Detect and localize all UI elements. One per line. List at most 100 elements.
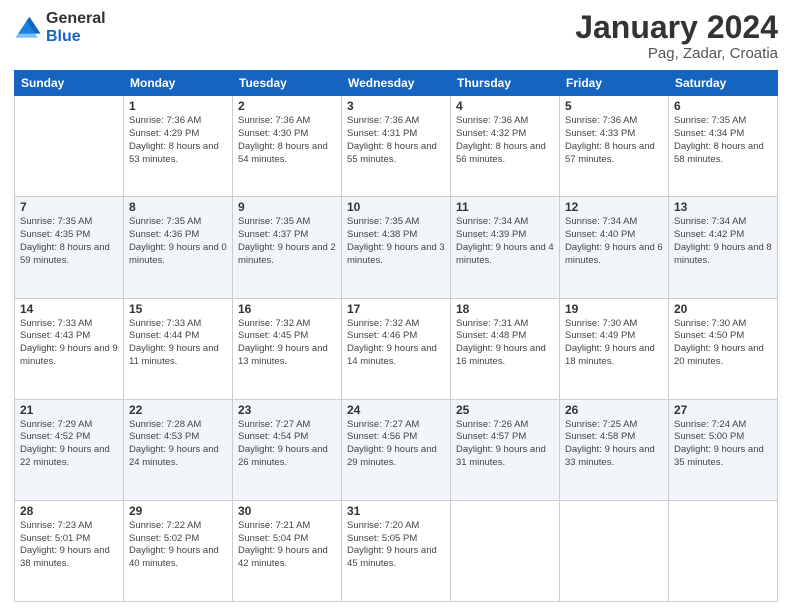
cell-info: Sunrise: 7:36 AMSunset: 4:30 PMDaylight:… xyxy=(238,115,336,166)
calendar-cell: 27 Sunrise: 7:24 AMSunset: 5:00 PMDayligh… xyxy=(669,399,778,500)
calendar-cell: 11 Sunrise: 7:34 AMSunset: 4:39 PMDayligh… xyxy=(451,197,560,298)
subtitle: Pag, Zadar, Croatia xyxy=(575,45,778,62)
cell-info: Sunrise: 7:32 AMSunset: 4:45 PMDaylight:… xyxy=(238,318,336,369)
cell-date-number: 15 xyxy=(129,302,227,316)
cell-date-number: 12 xyxy=(565,200,663,214)
calendar-cell: 26 Sunrise: 7:25 AMSunset: 4:58 PMDayligh… xyxy=(560,399,669,500)
cell-info: Sunrise: 7:23 AMSunset: 5:01 PMDaylight:… xyxy=(20,520,118,571)
calendar-cell: 29 Sunrise: 7:22 AMSunset: 5:02 PMDayligh… xyxy=(124,500,233,601)
cell-date-number: 6 xyxy=(674,99,772,113)
calendar-week-3: 14Sunrise: 7:33 AMSunset: 4:43 PMDayligh… xyxy=(15,298,778,399)
cell-info: Sunrise: 7:21 AMSunset: 5:04 PMDaylight:… xyxy=(238,520,336,571)
cell-info: Sunrise: 7:25 AMSunset: 4:58 PMDaylight:… xyxy=(565,419,663,470)
calendar-cell: 9 Sunrise: 7:35 AMSunset: 4:37 PMDaylight… xyxy=(233,197,342,298)
main-title: January 2024 xyxy=(575,10,778,45)
cell-info: Sunrise: 7:33 AMSunset: 4:43 PMDaylight:… xyxy=(20,318,118,369)
cell-date-number: 28 xyxy=(20,504,118,518)
cell-info: Sunrise: 7:36 AMSunset: 4:32 PMDaylight:… xyxy=(456,115,554,166)
calendar-cell xyxy=(451,500,560,601)
logo-icon xyxy=(14,14,42,42)
calendar-cell: 6 Sunrise: 7:35 AMSunset: 4:34 PMDaylight… xyxy=(669,96,778,197)
calendar-cell: 21 Sunrise: 7:29 AMSunset: 4:52 PMDayligh… xyxy=(15,399,124,500)
cell-date-number: 29 xyxy=(129,504,227,518)
cell-date-number: 20 xyxy=(674,302,772,316)
calendar-cell: 18Sunrise: 7:31 AMSunset: 4:48 PMDayligh… xyxy=(451,298,560,399)
cell-date-number: 1 xyxy=(129,99,227,113)
cell-date-number: 9 xyxy=(238,200,336,214)
cell-date-number: 21 xyxy=(20,403,118,417)
cell-info: Sunrise: 7:35 AMSunset: 4:38 PMDaylight:… xyxy=(347,216,445,267)
calendar-week-2: 7 Sunrise: 7:35 AMSunset: 4:35 PMDaylight… xyxy=(15,197,778,298)
cell-date-number: 17 xyxy=(347,302,445,316)
cell-info: Sunrise: 7:27 AMSunset: 4:56 PMDaylight:… xyxy=(347,419,445,470)
cell-date-number: 26 xyxy=(565,403,663,417)
cell-date-number: 25 xyxy=(456,403,554,417)
calendar-cell: 20 Sunrise: 7:30 AMSunset: 4:50 PMDayligh… xyxy=(669,298,778,399)
cell-date-number: 7 xyxy=(20,200,118,214)
calendar-cell: 30 Sunrise: 7:21 AMSunset: 5:04 PMDayligh… xyxy=(233,500,342,601)
cell-info: Sunrise: 7:35 AMSunset: 4:36 PMDaylight:… xyxy=(129,216,227,267)
calendar-cell: 1Sunrise: 7:36 AMSunset: 4:29 PMDaylight… xyxy=(124,96,233,197)
cell-info: Sunrise: 7:31 AMSunset: 4:48 PMDaylight:… xyxy=(456,318,554,369)
cell-info: Sunrise: 7:30 AMSunset: 4:50 PMDaylight:… xyxy=(674,318,772,369)
header: General Blue January 2024 Pag, Zadar, Cr… xyxy=(14,10,778,62)
calendar-cell: 10 Sunrise: 7:35 AMSunset: 4:38 PMDayligh… xyxy=(342,197,451,298)
calendar-cell: 2 Sunrise: 7:36 AMSunset: 4:30 PMDaylight… xyxy=(233,96,342,197)
col-saturday: Saturday xyxy=(669,71,778,96)
cell-info: Sunrise: 7:22 AMSunset: 5:02 PMDaylight:… xyxy=(129,520,227,571)
cell-date-number: 16 xyxy=(238,302,336,316)
calendar-header-row: Sunday Monday Tuesday Wednesday Thursday… xyxy=(15,71,778,96)
calendar-cell: 3 Sunrise: 7:36 AMSunset: 4:31 PMDaylight… xyxy=(342,96,451,197)
col-friday: Friday xyxy=(560,71,669,96)
col-thursday: Thursday xyxy=(451,71,560,96)
calendar-cell: 15 Sunrise: 7:33 AMSunset: 4:44 PMDayligh… xyxy=(124,298,233,399)
cell-info: Sunrise: 7:35 AMSunset: 4:34 PMDaylight:… xyxy=(674,115,772,166)
cell-info: Sunrise: 7:26 AMSunset: 4:57 PMDaylight:… xyxy=(456,419,554,470)
cell-date-number: 10 xyxy=(347,200,445,214)
calendar-cell: 16 Sunrise: 7:32 AMSunset: 4:45 PMDayligh… xyxy=(233,298,342,399)
cell-date-number: 11 xyxy=(456,200,554,214)
cell-date-number: 13 xyxy=(674,200,772,214)
cell-date-number: 19 xyxy=(565,302,663,316)
cell-info: Sunrise: 7:32 AMSunset: 4:46 PMDaylight:… xyxy=(347,318,445,369)
cell-date-number: 4 xyxy=(456,99,554,113)
cell-info: Sunrise: 7:34 AMSunset: 4:42 PMDaylight:… xyxy=(674,216,772,267)
col-monday: Monday xyxy=(124,71,233,96)
calendar-cell: 13 Sunrise: 7:34 AMSunset: 4:42 PMDayligh… xyxy=(669,197,778,298)
cell-date-number: 22 xyxy=(129,403,227,417)
calendar-cell: 23 Sunrise: 7:27 AMSunset: 4:54 PMDayligh… xyxy=(233,399,342,500)
cell-date-number: 31 xyxy=(347,504,445,518)
cell-info: Sunrise: 7:24 AMSunset: 5:00 PMDaylight:… xyxy=(674,419,772,470)
calendar-cell: 25 Sunrise: 7:26 AMSunset: 4:57 PMDayligh… xyxy=(451,399,560,500)
cell-info: Sunrise: 7:29 AMSunset: 4:52 PMDaylight:… xyxy=(20,419,118,470)
cell-info: Sunrise: 7:34 AMSunset: 4:40 PMDaylight:… xyxy=(565,216,663,267)
cell-info: Sunrise: 7:33 AMSunset: 4:44 PMDaylight:… xyxy=(129,318,227,369)
calendar-week-5: 28 Sunrise: 7:23 AMSunset: 5:01 PMDayligh… xyxy=(15,500,778,601)
calendar-cell xyxy=(669,500,778,601)
logo: General Blue xyxy=(14,10,106,45)
calendar-week-1: 1Sunrise: 7:36 AMSunset: 4:29 PMDaylight… xyxy=(15,96,778,197)
cell-date-number: 2 xyxy=(238,99,336,113)
cell-date-number: 27 xyxy=(674,403,772,417)
cell-info: Sunrise: 7:27 AMSunset: 4:54 PMDaylight:… xyxy=(238,419,336,470)
page: General Blue January 2024 Pag, Zadar, Cr… xyxy=(0,0,792,612)
title-block: January 2024 Pag, Zadar, Croatia xyxy=(575,10,778,62)
calendar-cell: 14Sunrise: 7:33 AMSunset: 4:43 PMDayligh… xyxy=(15,298,124,399)
cell-date-number: 5 xyxy=(565,99,663,113)
cell-date-number: 3 xyxy=(347,99,445,113)
cell-info: Sunrise: 7:35 AMSunset: 4:35 PMDaylight:… xyxy=(20,216,118,267)
calendar-cell: 28 Sunrise: 7:23 AMSunset: 5:01 PMDayligh… xyxy=(15,500,124,601)
cell-info: Sunrise: 7:36 AMSunset: 4:31 PMDaylight:… xyxy=(347,115,445,166)
cell-info: Sunrise: 7:20 AMSunset: 5:05 PMDaylight:… xyxy=(347,520,445,571)
calendar-cell: 19Sunrise: 7:30 AMSunset: 4:49 PMDayligh… xyxy=(560,298,669,399)
cell-date-number: 23 xyxy=(238,403,336,417)
calendar-cell: 22Sunrise: 7:28 AMSunset: 4:53 PMDayligh… xyxy=(124,399,233,500)
calendar-table: Sunday Monday Tuesday Wednesday Thursday… xyxy=(14,70,778,602)
calendar-cell: 4 Sunrise: 7:36 AMSunset: 4:32 PMDaylight… xyxy=(451,96,560,197)
calendar-cell: 12 Sunrise: 7:34 AMSunset: 4:40 PMDayligh… xyxy=(560,197,669,298)
cell-date-number: 30 xyxy=(238,504,336,518)
cell-info: Sunrise: 7:35 AMSunset: 4:37 PMDaylight:… xyxy=(238,216,336,267)
calendar-cell: 31 Sunrise: 7:20 AMSunset: 5:05 PMDayligh… xyxy=(342,500,451,601)
col-sunday: Sunday xyxy=(15,71,124,96)
cell-info: Sunrise: 7:34 AMSunset: 4:39 PMDaylight:… xyxy=(456,216,554,267)
